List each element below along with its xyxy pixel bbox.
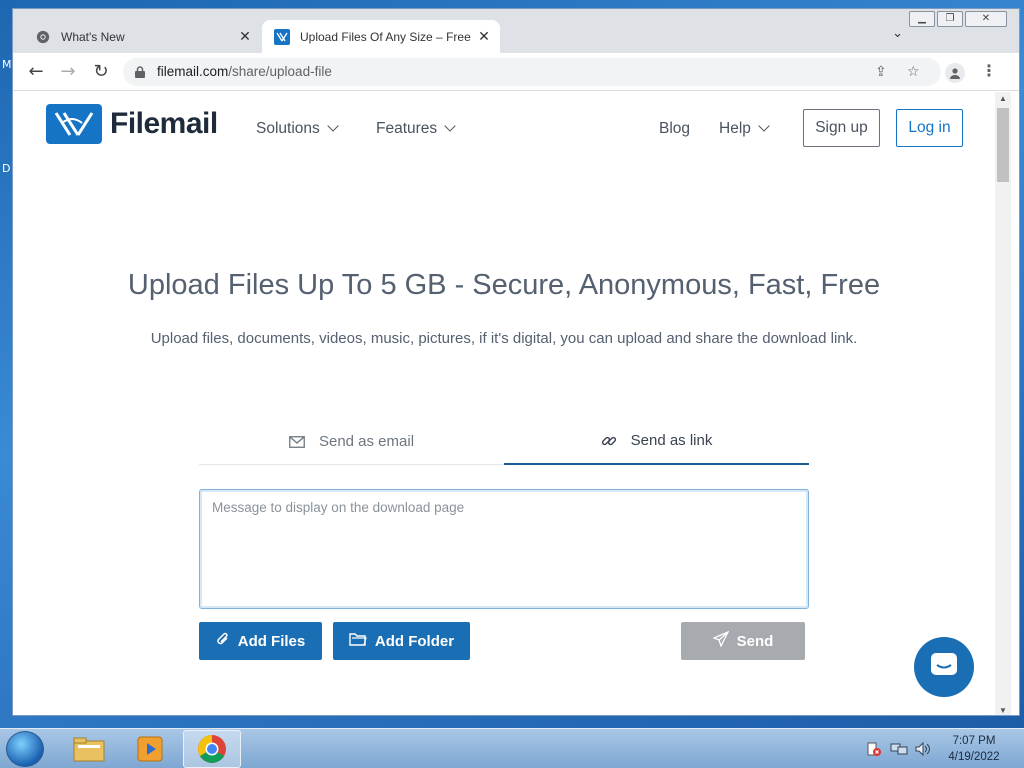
nav-label: Blog	[659, 120, 691, 137]
tab-title: What's New	[61, 29, 125, 44]
add-files-button[interactable]: Add Files	[199, 622, 322, 660]
reload-icon[interactable]: ↻	[90, 61, 112, 83]
filemail-favicon-icon	[274, 28, 290, 45]
address-bar[interactable]: filemail.com/share/upload-file ⇪ ☆	[123, 58, 941, 86]
nav-blog[interactable]: Blog	[659, 120, 690, 138]
paperclip-icon	[216, 631, 230, 651]
scroll-up-icon[interactable]: ▲	[999, 94, 1007, 103]
star-icon[interactable]: ☆	[907, 63, 920, 80]
message-textarea[interactable]	[199, 489, 809, 609]
button-label: Send	[736, 632, 774, 650]
explorer-taskbar-icon[interactable]	[60, 730, 118, 768]
chevron-down-icon	[758, 120, 770, 132]
start-button[interactable]	[6, 731, 44, 767]
brand-name: Filemail	[110, 107, 218, 140]
button-label: Add Folder	[374, 632, 455, 650]
add-folder-button[interactable]: Add Folder	[333, 622, 470, 660]
nav-label: Solutions	[256, 120, 320, 137]
page-subtitle: Upload files, documents, videos, music, …	[150, 330, 858, 347]
chevron-down-icon	[444, 120, 456, 132]
close-tab-icon[interactable]: ✕	[235, 28, 255, 45]
nav-label: Features	[376, 120, 438, 137]
tab-label: Send as email	[318, 433, 415, 450]
scroll-thumb[interactable]	[997, 108, 1009, 182]
scroll-down-icon[interactable]: ▼	[999, 706, 1007, 715]
close-window-icon[interactable]: ✕	[965, 11, 1007, 27]
browser-window: What's New ✕ Upload Files Of Any Size – …	[12, 8, 1020, 716]
minimize-icon[interactable]: ▁	[909, 11, 935, 27]
signup-button[interactable]: Sign up	[803, 109, 880, 147]
desktop-icon-label[interactable]: M	[2, 58, 12, 71]
login-button[interactable]: Log in	[896, 109, 963, 147]
media-player-taskbar-icon[interactable]	[121, 730, 179, 768]
toolbar: ← → ↻ filemail.com/share/upload-file ⇪ ☆…	[13, 53, 1019, 91]
envelope-icon	[289, 435, 305, 448]
url-text: filemail.com/share/upload-file	[157, 64, 332, 79]
send-button[interactable]: Send	[681, 622, 805, 660]
back-icon[interactable]: ←	[25, 61, 47, 83]
network-icon[interactable]	[890, 741, 908, 762]
button-label: Add Files	[237, 632, 306, 650]
page-title: Upload Files Up To 5 GB - Secure, Anonym…	[127, 269, 881, 301]
tab-send-as-link[interactable]: Send as link	[504, 418, 809, 465]
tab-title: Upload Files Of Any Size – Free U	[300, 29, 474, 44]
share-icon[interactable]: ⇪	[875, 63, 887, 80]
web-page: Filemail Solutions Features Blog Help Si…	[13, 92, 995, 715]
tab-strip: What's New ✕ Upload Files Of Any Size – …	[13, 9, 1019, 53]
chrome-icon	[35, 29, 51, 45]
paper-plane-icon	[711, 630, 730, 651]
chrome-taskbar-icon[interactable]	[183, 730, 241, 768]
folder-icon	[349, 632, 367, 650]
desktop-icon-label[interactable]: D	[2, 162, 10, 175]
filemail-logo[interactable]: Filemail	[46, 104, 218, 144]
chevron-down-icon[interactable]: ⌄	[892, 25, 903, 41]
clock-date: 4/19/2022	[948, 751, 1000, 763]
url-host: filemail.com	[157, 64, 229, 79]
nav-solutions[interactable]: Solutions	[256, 120, 339, 138]
close-tab-icon[interactable]: ✕	[474, 28, 494, 45]
profile-icon[interactable]	[945, 63, 965, 83]
tab-label: Send as link	[630, 432, 713, 449]
tab-send-as-email[interactable]: Send as email	[199, 418, 504, 465]
chat-icon	[929, 651, 959, 684]
url-path: /share/upload-file	[228, 64, 332, 79]
filemail-logo-icon	[46, 104, 102, 144]
nav-features[interactable]: Features	[376, 120, 456, 138]
lock-icon[interactable]	[135, 65, 145, 78]
restore-icon[interactable]: ❐	[937, 11, 963, 27]
forward-icon[interactable]: →	[57, 61, 79, 83]
action-center-icon[interactable]	[866, 741, 882, 762]
nav-help[interactable]: Help	[719, 120, 770, 138]
send-mode-tabs: Send as email Send as link	[199, 418, 809, 465]
page-scrollbar[interactable]: ▲ ▼	[995, 92, 1011, 715]
tab-whats-new[interactable]: What's New ✕	[21, 20, 261, 53]
link-icon	[601, 433, 617, 449]
menu-icon[interactable]: ⋮	[981, 61, 997, 81]
taskbar: 7:07 PM 4/19/2022	[0, 728, 1024, 768]
nav-label: Help	[719, 120, 751, 137]
clock-time: 7:07 PM	[952, 735, 996, 747]
chevron-down-icon	[327, 120, 339, 132]
tab-upload-files[interactable]: Upload Files Of Any Size – Free U ✕	[262, 20, 500, 53]
system-clock[interactable]: 7:07 PM 4/19/2022	[942, 733, 1006, 765]
volume-icon[interactable]	[914, 741, 932, 762]
chat-launcher-button[interactable]	[914, 637, 974, 697]
window-controls: ▁ ❐ ✕	[909, 11, 1007, 27]
